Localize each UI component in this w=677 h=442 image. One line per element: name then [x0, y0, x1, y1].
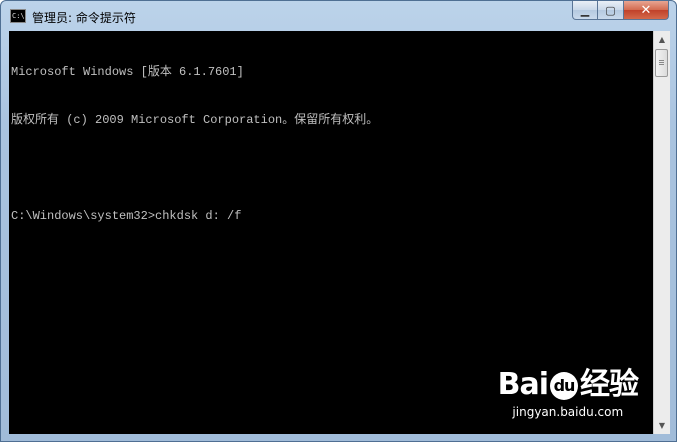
minimize-button[interactable]: ▁: [572, 1, 598, 20]
maximize-icon: ▢: [605, 3, 616, 17]
title-bar[interactable]: C:\ 管理员: 命令提示符 ▁ ▢ ✕: [1, 1, 676, 31]
grip-line: [659, 60, 664, 61]
scroll-down-arrow-icon[interactable]: ▼: [654, 417, 670, 434]
console-line: 版权所有 (c) 2009 Microsoft Corporation。保留所有…: [11, 113, 379, 127]
close-button[interactable]: ✕: [624, 1, 669, 20]
command-prompt-window: C:\ 管理员: 命令提示符 ▁ ▢ ✕ Microsoft Windows […: [0, 0, 677, 442]
console-line: Microsoft Windows [版本 6.1.7601]: [11, 65, 244, 79]
baidu-jingyan-watermark: Bai du 经验 jingyan.baidu.com: [497, 367, 639, 420]
cmd-icon[interactable]: C:\: [10, 9, 26, 23]
console-prompt-line: C:\Windows\system32>chkdsk d: /f: [11, 209, 242, 223]
watermark-brand-right: 经验: [580, 367, 639, 402]
close-icon: ✕: [640, 2, 652, 18]
minimize-icon: ▁: [580, 3, 590, 17]
maximize-button[interactable]: ▢: [598, 1, 624, 20]
window-bottom-border: [9, 434, 670, 440]
grip-line: [659, 64, 664, 65]
vertical-scrollbar[interactable]: ▲ ▼: [653, 31, 670, 434]
watermark-brand-left: Bai: [497, 367, 549, 402]
scroll-thumb[interactable]: [655, 49, 668, 77]
caption-buttons: ▁ ▢ ✕: [572, 1, 669, 21]
scroll-up-arrow-icon[interactable]: ▲: [654, 31, 670, 48]
paw-logo-icon: du: [550, 371, 578, 400]
watermark-brand: Bai du 经验: [497, 367, 639, 402]
watermark-url: jingyan.baidu.com: [512, 405, 624, 419]
grip-line: [659, 62, 664, 63]
window-title: 管理员: 命令提示符: [32, 11, 136, 25]
